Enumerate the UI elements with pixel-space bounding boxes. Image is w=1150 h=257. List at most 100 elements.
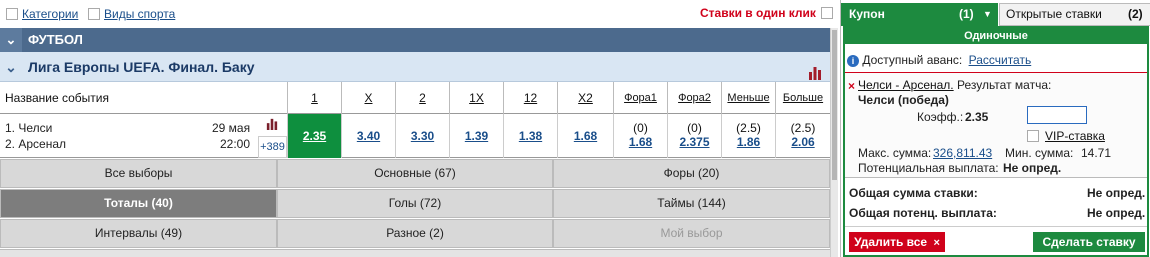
column-header-1[interactable]: 1 bbox=[287, 82, 341, 114]
table-row: 1. Челси 2. Арсенал 29 мая 22:00 +389 2.… bbox=[0, 114, 830, 158]
market-totals[interactable]: Тоталы (40) bbox=[0, 189, 277, 218]
market-goals[interactable]: Голы (72) bbox=[277, 189, 553, 218]
chevron-down-icon[interactable]: ⌄ bbox=[0, 28, 22, 52]
max-value[interactable]: 326,811.43 bbox=[933, 146, 992, 160]
potential-label: Потенциальная выплата: bbox=[858, 161, 999, 175]
market-main[interactable]: Основные (67) bbox=[277, 159, 553, 188]
total-payout-label: Общая потенц. выплата: bbox=[849, 206, 997, 220]
market-misc[interactable]: Разное (2) bbox=[277, 219, 553, 248]
max-label: Макс. сумма: bbox=[858, 146, 932, 160]
stats-icon[interactable] bbox=[808, 60, 822, 80]
close-icon: × bbox=[933, 237, 940, 249]
tab-open-bets-label: Открытые ставки bbox=[1006, 7, 1102, 21]
handicap2-param: (0) bbox=[687, 121, 702, 135]
chevron-down-icon[interactable]: ▼ bbox=[983, 3, 992, 26]
advance-row: i Доступный аванс: Рассчитать bbox=[847, 48, 1145, 72]
odd-over[interactable]: (2.5) 2.06 bbox=[775, 114, 830, 158]
odd-1x[interactable]: 1.39 bbox=[449, 114, 503, 158]
divider bbox=[845, 226, 1147, 227]
odd-handicap1[interactable]: (0) 1.68 bbox=[613, 114, 667, 158]
potential-value: Не опред. bbox=[1003, 161, 1062, 175]
column-header-1x[interactable]: 1X bbox=[449, 82, 503, 114]
coupon-body: Одиночные i Доступный аванс: Рассчитать … bbox=[843, 26, 1149, 257]
sports-view-link[interactable]: Виды спорта bbox=[104, 7, 175, 21]
sports-view-checkbox[interactable] bbox=[88, 8, 100, 20]
column-header-12[interactable]: 12 bbox=[503, 82, 557, 114]
odd-x2[interactable]: 1.68 bbox=[557, 114, 613, 158]
bet-match-link[interactable]: Челси - Арсенал. bbox=[858, 78, 954, 92]
column-header-under[interactable]: Меньше bbox=[721, 82, 775, 114]
odd-12[interactable]: 1.38 bbox=[503, 114, 557, 158]
column-header-2[interactable]: 2 bbox=[395, 82, 449, 114]
info-icon[interactable]: i bbox=[847, 54, 859, 67]
coef-value: 2.35 bbox=[965, 110, 989, 124]
odd-under[interactable]: (2.5) 1.86 bbox=[721, 114, 775, 158]
stake-input[interactable] bbox=[1027, 106, 1087, 124]
min-label: Мин. сумма: bbox=[1005, 146, 1074, 160]
odd-x[interactable]: 3.40 bbox=[341, 114, 395, 158]
min-value: 14.71 bbox=[1081, 146, 1112, 160]
more-markets-button[interactable]: +389 bbox=[258, 136, 287, 158]
over-param: (2.5) bbox=[790, 121, 816, 135]
tab-open-bets[interactable]: Открытые ставки (2) bbox=[999, 3, 1150, 26]
top-bar: Категории Виды спорта Ставки в один клик bbox=[0, 0, 836, 28]
market-handicaps[interactable]: Форы (20) bbox=[553, 159, 830, 188]
singles-header: Одиночные bbox=[845, 28, 1147, 44]
divider bbox=[0, 249, 830, 257]
column-header-handicap2[interactable]: Фора2 bbox=[667, 82, 721, 114]
tab-coupon-count: (1) bbox=[959, 7, 974, 21]
one-click-checkbox[interactable] bbox=[821, 7, 833, 19]
team2-name[interactable]: 2. Арсенал bbox=[5, 137, 66, 151]
odd-handicap2[interactable]: (0) 2.375 bbox=[667, 114, 721, 158]
handicap2-value[interactable]: 2.375 bbox=[668, 135, 721, 149]
categories-link[interactable]: Категории bbox=[22, 7, 78, 21]
odd-2[interactable]: 3.30 bbox=[395, 114, 449, 158]
market-my-choice[interactable]: Мой выбор bbox=[553, 219, 830, 248]
column-header-handicap1[interactable]: Фора1 bbox=[613, 82, 667, 114]
market-all[interactable]: Все выборы bbox=[0, 159, 277, 188]
delete-all-label: Удалить все bbox=[854, 235, 928, 249]
calculate-link[interactable]: Рассчитать bbox=[969, 53, 1032, 67]
chevron-down-icon[interactable]: ⌄ bbox=[0, 52, 22, 82]
total-payout-value: Не опред. bbox=[1087, 206, 1146, 220]
market-halves[interactable]: Таймы (144) bbox=[553, 189, 830, 218]
one-click-label: Ставки в один клик bbox=[700, 6, 816, 20]
table-header: Название события 1 X 2 1X 12 X2 Фора1 Фо… bbox=[0, 82, 830, 114]
stats-icon[interactable] bbox=[266, 118, 278, 133]
event-date: 29 мая bbox=[212, 121, 251, 135]
league-title: Лига Европы UEFA. Финал. Баку bbox=[28, 59, 255, 75]
under-param: (2.5) bbox=[736, 121, 761, 135]
under-value[interactable]: 1.86 bbox=[722, 135, 775, 149]
odd-1[interactable]: 2.35 bbox=[287, 114, 341, 158]
sport-title: ФУТБОЛ bbox=[28, 32, 83, 47]
tab-coupon-label: Купон bbox=[849, 7, 885, 21]
total-stake-value: Не опред. bbox=[1087, 186, 1146, 200]
delete-all-button[interactable]: Удалить все × bbox=[849, 232, 945, 252]
column-header-over[interactable]: Больше bbox=[775, 82, 830, 114]
vip-link[interactable]: VIP-ставка bbox=[1045, 129, 1105, 143]
remove-bet-icon[interactable]: × bbox=[848, 79, 855, 93]
categories-checkbox[interactable] bbox=[6, 8, 18, 20]
team1-name[interactable]: 1. Челси bbox=[5, 121, 52, 135]
vip-checkbox[interactable] bbox=[1027, 130, 1039, 142]
bet-slip-item: × Челси - Арсенал. Результат матча: Челс… bbox=[845, 72, 1147, 178]
coupon-panel: Купон (1) ▼ Открытые ставки (2) Одиночны… bbox=[840, 0, 1150, 257]
over-value[interactable]: 2.06 bbox=[776, 135, 830, 149]
event-time: 22:00 bbox=[220, 137, 251, 151]
coef-label: Коэфф.: bbox=[917, 110, 964, 124]
make-bet-button[interactable]: Сделать ставку bbox=[1033, 232, 1145, 252]
handicap1-param: (0) bbox=[633, 121, 648, 135]
handicap1-value[interactable]: 1.68 bbox=[614, 135, 667, 149]
column-header-x2[interactable]: X2 bbox=[557, 82, 613, 114]
scrollbar[interactable] bbox=[830, 28, 838, 257]
scrollbar-thumb[interactable] bbox=[832, 30, 837, 180]
bet-pick: Челси (победа) bbox=[858, 93, 949, 107]
tab-coupon[interactable]: Купон (1) ▼ bbox=[841, 3, 998, 26]
column-header-x[interactable]: X bbox=[341, 82, 395, 114]
sport-header[interactable]: ⌄ ФУТБОЛ bbox=[0, 28, 830, 52]
total-stake-label: Общая сумма ставки: bbox=[849, 186, 978, 200]
league-header[interactable]: ⌄ Лига Европы UEFA. Финал. Баку bbox=[0, 52, 830, 82]
market-intervals[interactable]: Интервалы (49) bbox=[0, 219, 277, 248]
advance-label: Доступный аванс: bbox=[862, 53, 963, 67]
bet-market: Результат матча: bbox=[957, 78, 1052, 92]
